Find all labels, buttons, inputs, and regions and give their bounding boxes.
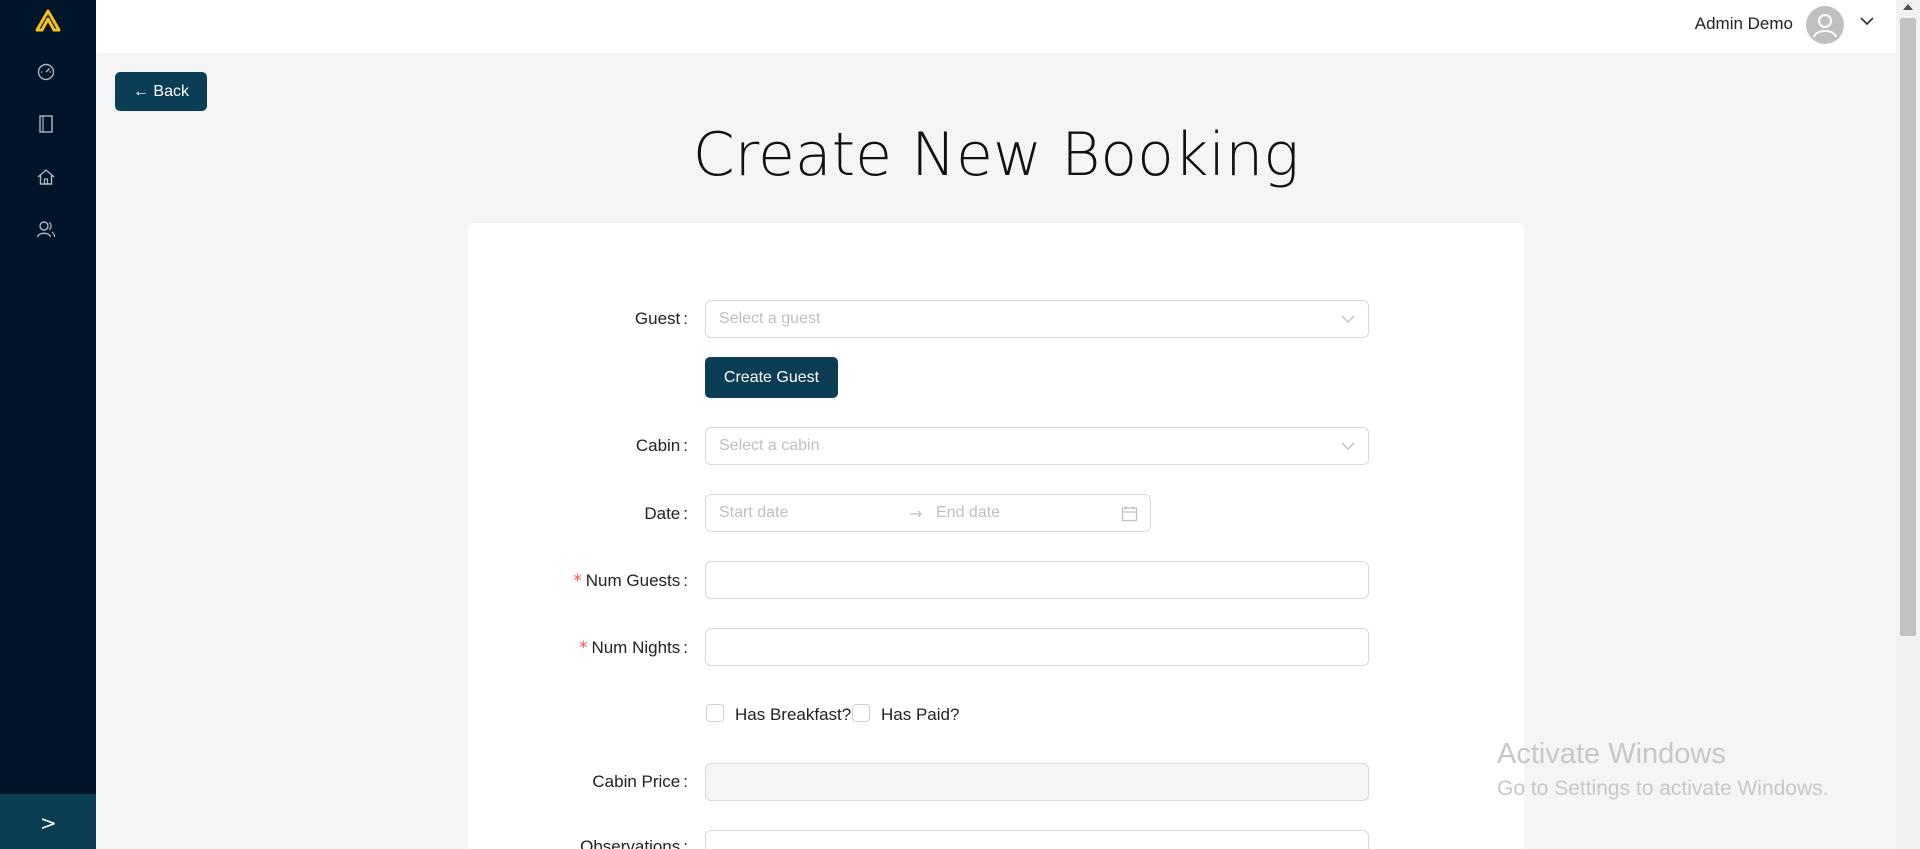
user-name[interactable]: Admin Demo [1695,14,1793,34]
has-breakfast-checkbox[interactable] [706,704,724,722]
activate-windows-title: Activate Windows [1497,738,1726,770]
chevron-down-icon [1340,438,1356,459]
date-range-picker[interactable]: Start date → End date [705,494,1151,532]
guest-label: Guest: [634,309,688,328]
activate-windows-subtitle: Go to Settings to activate Windows. [1497,777,1829,800]
dashboard-icon[interactable] [36,61,60,85]
start-date-input[interactable]: Start date [719,504,788,522]
booking-form-card: Guest: Select a guest Create Guest Cabin… [468,223,1524,849]
logo-icon[interactable] [33,6,63,36]
has-paid-checkbox[interactable] [852,704,870,722]
page-title: Create New Booking [692,120,1300,190]
guest-select-placeholder: Select a guest [719,310,821,327]
page-scrollbar[interactable] [1896,0,1920,849]
scroll-up-arrow-icon[interactable] [1903,4,1913,10]
num-guests-input[interactable] [705,561,1369,599]
sidebar: > [0,0,96,849]
calendar-icon [1121,505,1138,527]
user-avatar-icon[interactable] [1806,6,1844,44]
home-icon[interactable] [36,167,60,191]
guest-select[interactable]: Select a guest [705,300,1369,338]
cabin-label: Cabin: [635,436,688,455]
sidebar-expand-button[interactable]: > [0,794,96,849]
date-label: Date: [644,504,688,523]
scrollbar-thumb[interactable] [1900,18,1916,636]
create-guest-button[interactable]: Create Guest [705,357,838,398]
chevron-down-icon [1340,311,1356,332]
has-paid-label[interactable]: Has Paid? [881,705,959,725]
date-range-arrow-icon: → [909,504,923,523]
cabin-select[interactable]: Select a cabin [705,427,1369,465]
has-breakfast-label[interactable]: Has Breakfast? [735,705,851,725]
chevron-right-icon: > [40,811,57,835]
observations-textarea[interactable] [705,830,1369,849]
back-button[interactable]: ← Back [115,72,207,111]
end-date-input[interactable]: End date [936,504,1000,522]
users-icon[interactable] [36,219,60,243]
bookings-icon[interactable] [36,114,60,138]
cabin-price-label: Cabin Price: [592,772,688,791]
required-marker: * [578,638,588,658]
num-nights-label: * Num Nights: [578,638,688,658]
top-header: Admin Demo [96,0,1896,53]
cabin-price-input [705,763,1369,801]
cabin-select-placeholder: Select a cabin [719,437,820,454]
user-menu-chevron-icon[interactable] [1859,13,1875,34]
required-marker: * [573,571,582,591]
num-guests-label: * Num Guests: [573,571,688,591]
observations-label: Observations: [580,837,688,849]
num-nights-input[interactable] [705,628,1369,666]
